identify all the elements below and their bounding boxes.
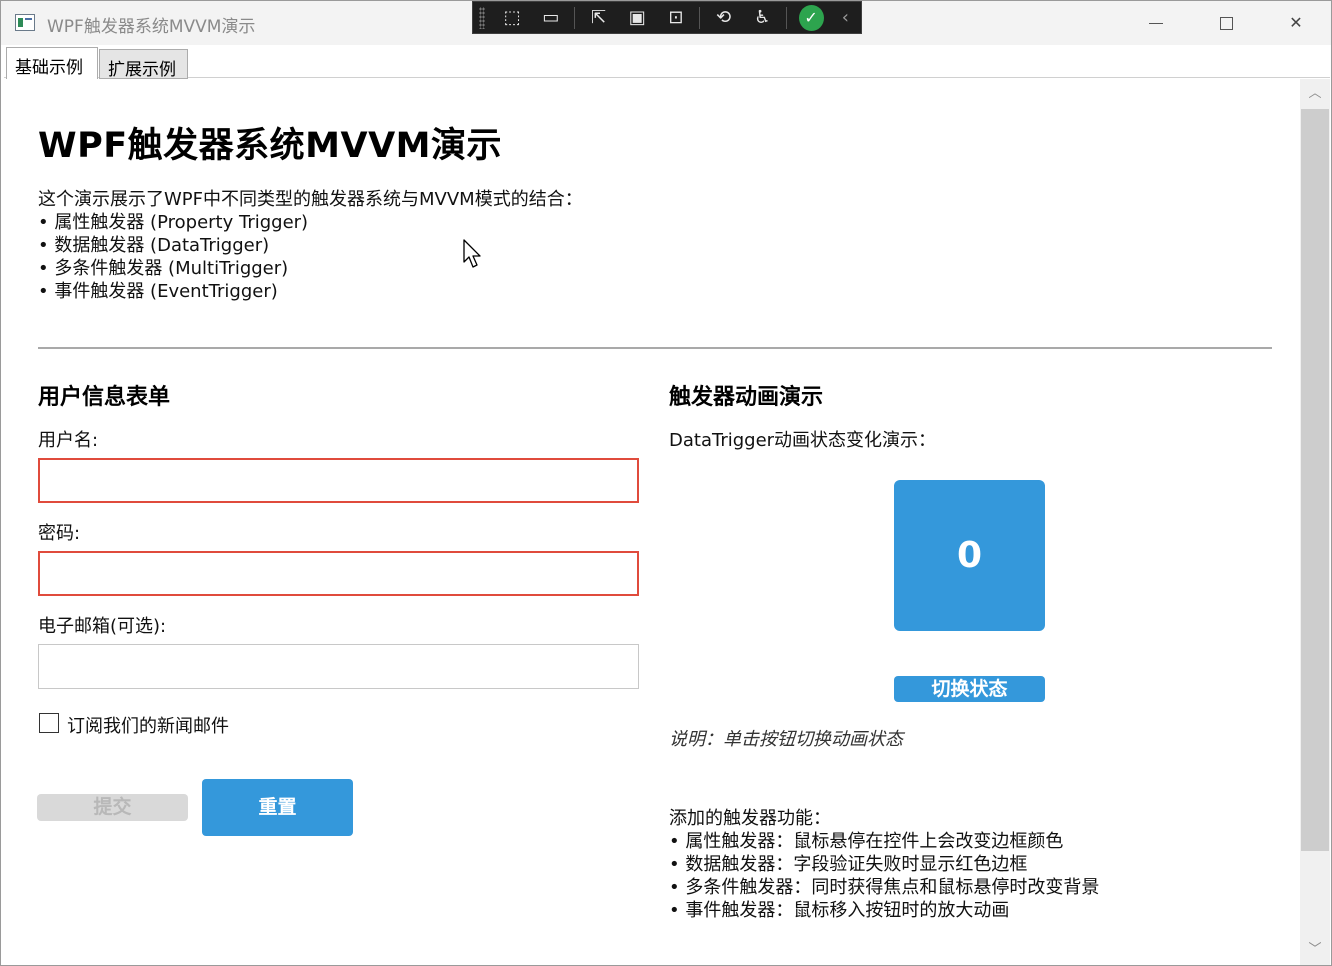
video-icon[interactable]: ▭ <box>535 4 566 32</box>
select-element-icon[interactable]: ⬚ <box>497 4 528 32</box>
minimize-icon <box>1149 23 1163 24</box>
scroll-down-icon[interactable]: ﹀ <box>1300 935 1330 965</box>
app-window: WPF触发器系统MVVM演示 ⬚ ▭ ⇱ ▣ ⊡ ⟲ ♿ ✓ ‹ ✕ 基础示例 … <box>0 0 1332 966</box>
feature-item: • 数据触发器：字段验证失败时显示红色边框 <box>669 854 1028 875</box>
feature-item: • 事件触发器：鼠标移入按钮时的放大动画 <box>669 900 1010 921</box>
animation-state-box: 0 <box>894 480 1045 631</box>
features-heading: 添加的触发器功能： <box>669 808 831 829</box>
intro-text: 这个演示展示了WPF中不同类型的触发器系统与MVVM模式的结合： • 属性触发器… <box>38 188 583 303</box>
intro-bullet: • 事件触发器 (EventTrigger) <box>38 281 278 302</box>
minimize-button[interactable] <box>1121 1 1191 45</box>
page-title: WPF触发器系统MVVM演示 <box>38 126 503 166</box>
select-element-pointer-icon[interactable]: ⇱ <box>583 4 614 32</box>
animation-section-title: 触发器动画演示 <box>669 385 824 410</box>
email-label: 电子邮箱(可选): <box>38 616 167 637</box>
maximize-icon <box>1219 17 1233 30</box>
binding-ok-icon[interactable]: ✓ <box>798 5 824 31</box>
vertical-scrollbar[interactable]: ︿ ﹀ <box>1300 79 1330 965</box>
feature-item: • 多条件触发器：同时获得焦点和鼠标悬停时改变背景 <box>669 877 1100 898</box>
username-input[interactable] <box>38 458 639 503</box>
accessibility-icon[interactable]: ♿ <box>747 4 778 32</box>
maximize-button[interactable] <box>1191 1 1261 45</box>
submit-button[interactable]: 提交 <box>37 794 188 821</box>
hot-reload-icon[interactable]: ⟲ <box>708 4 739 32</box>
intro-line: 这个演示展示了WPF中不同类型的触发器系统与MVVM模式的结合： <box>38 189 583 210</box>
toolbar-grip-icon[interactable] <box>479 6 485 29</box>
close-icon: ✕ <box>1289 13 1303 32</box>
animation-subtitle: DataTrigger动画状态变化演示： <box>669 430 937 451</box>
animation-note: 说明：单击按钮切换动画状态 <box>669 729 903 750</box>
subscribe-checkbox[interactable] <box>39 713 59 733</box>
features-list: 添加的触发器功能： • 属性触发器：鼠标悬停在控件上会改变边框颜色 • 数据触发… <box>669 807 1099 922</box>
toolbar-separator <box>574 6 576 29</box>
title-bar[interactable]: WPF触发器系统MVVM演示 ⬚ ▭ ⇱ ▣ ⊡ ⟲ ♿ ✓ ‹ ✕ <box>1 1 1331 45</box>
intro-bullet: • 数据触发器 (DataTrigger) <box>38 235 270 256</box>
intro-bullet: • 属性触发器 (Property Trigger) <box>38 212 309 233</box>
tab-content: WPF触发器系统MVVM演示 这个演示展示了WPF中不同类型的触发器系统与MVV… <box>4 79 1300 965</box>
feature-item: • 属性触发器：鼠标悬停在控件上会改变边框颜色 <box>669 831 1064 852</box>
section-divider <box>38 347 1272 349</box>
password-label: 密码: <box>38 523 81 544</box>
collapse-toolbar-icon[interactable]: ‹ <box>838 4 853 32</box>
intro-bullet: • 多条件触发器 (MultiTrigger) <box>38 258 289 279</box>
track-focused-element-icon[interactable]: ⊡ <box>661 4 692 32</box>
email-input[interactable] <box>38 644 639 689</box>
reset-button[interactable]: 重置 <box>202 779 353 836</box>
display-layout-adorners-icon[interactable]: ▣ <box>622 4 653 32</box>
tab-basic-examples[interactable]: 基础示例 <box>6 47 98 80</box>
window-title: WPF触发器系统MVVM演示 <box>47 17 256 37</box>
toolbar-separator <box>785 6 787 29</box>
username-label: 用户名: <box>38 430 99 451</box>
subscribe-label[interactable]: 订阅我们的新闻邮件 <box>67 712 229 738</box>
tab-strip: 基础示例 扩展示例 <box>4 45 1330 80</box>
app-icon <box>15 14 35 31</box>
toolbar-separator <box>699 6 701 29</box>
tab-extended-examples[interactable]: 扩展示例 <box>99 49 188 80</box>
mouse-cursor-icon <box>463 239 481 268</box>
wpf-debug-toolbar: ⬚ ▭ ⇱ ▣ ⊡ ⟲ ♿ ✓ ‹ <box>472 1 862 34</box>
scroll-up-icon[interactable]: ︿ <box>1300 79 1330 109</box>
form-section-title: 用户信息表单 <box>38 385 171 410</box>
scroll-thumb[interactable] <box>1301 109 1329 851</box>
close-button[interactable]: ✕ <box>1261 1 1331 45</box>
password-input[interactable] <box>38 551 639 596</box>
toggle-state-button[interactable]: 切换状态 <box>894 676 1045 702</box>
